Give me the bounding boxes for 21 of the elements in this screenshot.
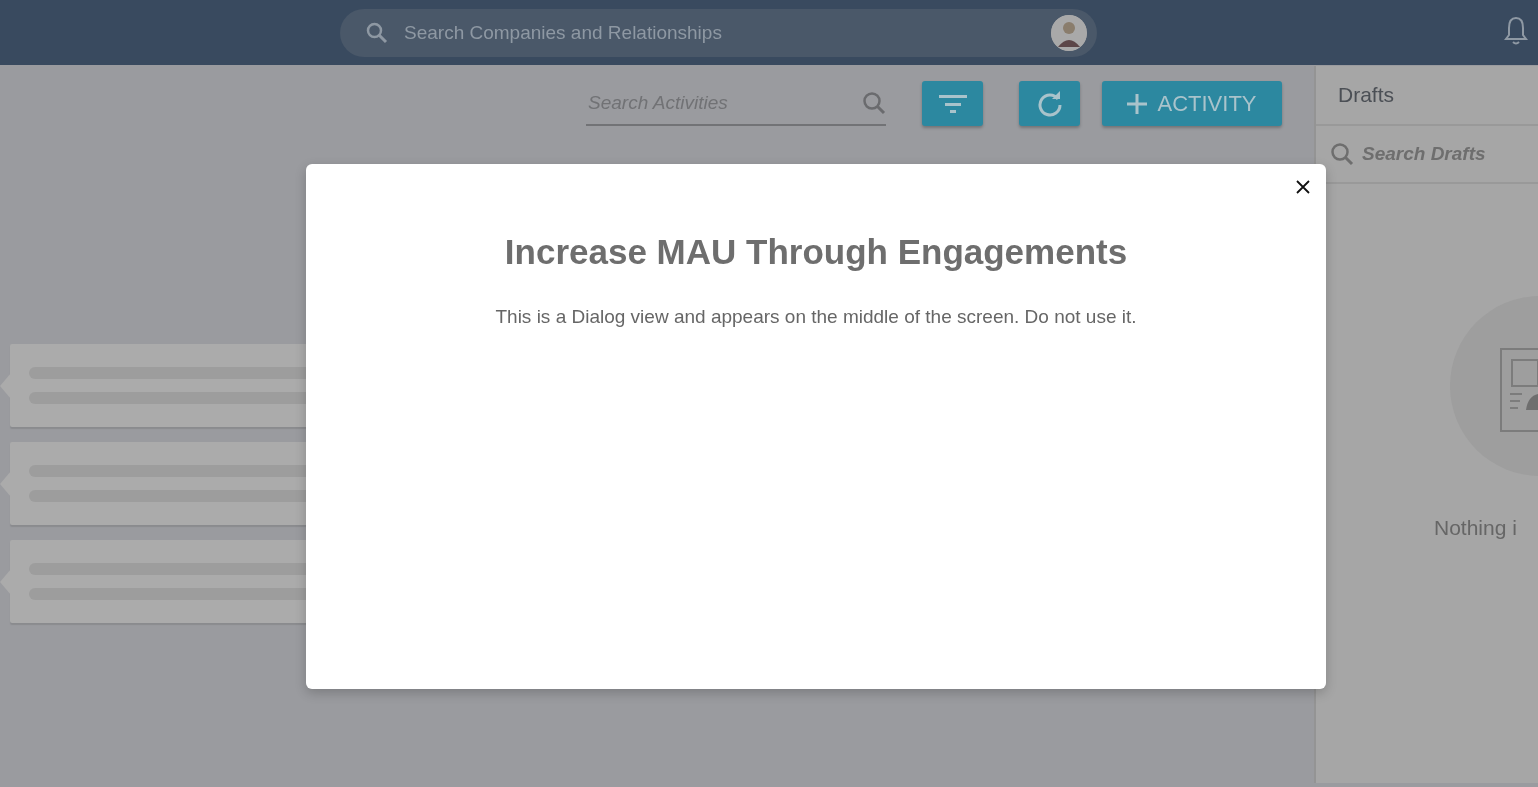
global-search-field[interactable]: Search Companies and Relationships <box>402 20 1051 45</box>
filter-icon <box>938 93 967 114</box>
dialog-text: This is a Dialog view and appears on the middle of the screen. Do not use it. <box>495 306 1137 328</box>
avatar-icon[interactable] <box>1051 14 1087 51</box>
document-icon <box>1500 348 1538 432</box>
drafts-title: Drafts <box>1338 83 1394 107</box>
refresh-button[interactable] <box>1019 81 1080 126</box>
search-icon <box>1330 142 1354 166</box>
drafts-search-field[interactable]: Search Drafts <box>1360 142 1524 166</box>
refresh-icon <box>1036 90 1063 117</box>
close-button[interactable] <box>1294 178 1312 196</box>
search-bar[interactable]: Search Companies and Relationships <box>340 8 1097 57</box>
filter-button[interactable] <box>922 81 983 126</box>
dialog-title: Increase MAU Through Engagements <box>504 232 1128 272</box>
notification-bell-icon[interactable] <box>1504 16 1528 46</box>
close-icon <box>1296 180 1310 194</box>
empty-state-text: Nothing i <box>1434 516 1517 540</box>
add-activity-button[interactable]: ACTIVITY <box>1102 81 1282 126</box>
search-icon <box>366 21 388 44</box>
plus-icon <box>1127 93 1148 114</box>
search-icon <box>862 90 886 115</box>
